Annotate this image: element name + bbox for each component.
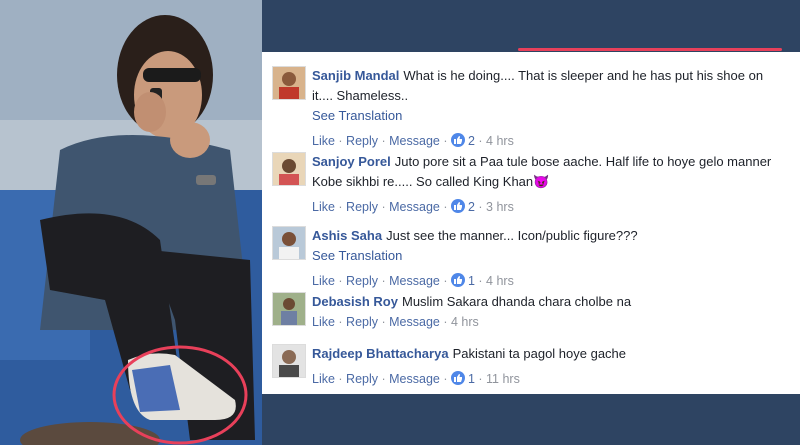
timestamp[interactable]: 4 hrs: [486, 134, 514, 148]
comment-body: Debasish Roy Muslim Sakara dhanda chara c…: [312, 292, 782, 332]
comment-body: Sanjib Mandal What is he doing.... That i…: [312, 66, 782, 151]
commenter-name[interactable]: Debasish Roy: [312, 294, 398, 309]
message-link[interactable]: Message: [389, 200, 440, 214]
commenter-name[interactable]: Rajdeep Bhattacharya: [312, 346, 449, 361]
comment-body: Sanjoy Porel Juto pore sit a Paa tule bos…: [312, 152, 782, 217]
like-count-icon: [450, 371, 465, 385]
comment-text: Muslim Sakara dhanda chara cholbe na: [401, 294, 632, 309]
commenter-name[interactable]: Sanjib Mandal: [312, 68, 399, 83]
message-link[interactable]: Message: [389, 274, 440, 288]
comment-text: Pakistani ta pagol hoye gache: [452, 346, 627, 361]
avatar-image: [273, 345, 305, 377]
avatar-image: [273, 67, 305, 99]
news-photo: [0, 0, 262, 445]
like-link[interactable]: Like: [312, 200, 335, 214]
comments-panel: Sanjib Mandal What is he doing.... That i…: [262, 52, 800, 394]
avatar[interactable]: [272, 344, 306, 378]
message-link[interactable]: Message: [389, 134, 440, 148]
reply-link[interactable]: Reply: [346, 200, 378, 214]
avatar[interactable]: [272, 292, 306, 326]
commenter-name[interactable]: Sanjoy Porel: [312, 154, 391, 169]
timestamp[interactable]: 11 hrs: [486, 372, 520, 386]
avatar-image: [273, 153, 305, 185]
comment-actions: Like · Reply · Message · 4 hrs: [312, 315, 479, 329]
timestamp[interactable]: 3 hrs: [486, 200, 514, 214]
reply-link[interactable]: Reply: [346, 274, 378, 288]
commenter-name[interactable]: Ashis Saha: [312, 228, 382, 243]
see-translation-link[interactable]: See Translation: [312, 246, 782, 266]
like-count[interactable]: 2: [468, 134, 475, 148]
avatar[interactable]: [272, 66, 306, 100]
like-count[interactable]: 2: [468, 200, 475, 214]
like-count-icon: [450, 199, 465, 213]
avatar[interactable]: [272, 226, 306, 260]
reply-link[interactable]: Reply: [346, 372, 378, 386]
message-link[interactable]: Message: [389, 372, 440, 386]
photo-illustration: [0, 0, 262, 445]
like-link[interactable]: Like: [312, 372, 335, 386]
like-count-icon: [450, 133, 465, 147]
comment-body: Ashis Saha Just see the manner... Icon/pu…: [312, 226, 782, 291]
like-link[interactable]: Like: [312, 274, 335, 288]
comment-actions: Like · Reply · Message · 2 · 4 hrs: [312, 133, 514, 148]
avatar-image: [273, 293, 305, 325]
devil-emoji-icon: 😈: [533, 174, 550, 189]
avatar-image: [273, 227, 305, 259]
like-count-icon: [450, 273, 465, 287]
top-accent-line: [518, 48, 782, 51]
like-link[interactable]: Like: [312, 134, 335, 148]
comment-body: Rajdeep Bhattacharya Pakistani ta pagol h…: [312, 344, 782, 389]
like-link[interactable]: Like: [312, 315, 335, 329]
like-count[interactable]: 1: [468, 274, 475, 288]
see-translation-link[interactable]: See Translation: [312, 106, 782, 126]
timestamp[interactable]: 4 hrs: [486, 274, 514, 288]
timestamp[interactable]: 4 hrs: [451, 315, 479, 329]
avatar[interactable]: [272, 152, 306, 186]
like-count[interactable]: 1: [468, 372, 475, 386]
comment-actions: Like · Reply · Message · 1 · 4 hrs: [312, 273, 514, 288]
message-link[interactable]: Message: [389, 315, 440, 329]
reply-link[interactable]: Reply: [346, 134, 378, 148]
reply-link[interactable]: Reply: [346, 315, 378, 329]
comment-actions: Like · Reply · Message · 1 · 11 hrs: [312, 371, 520, 386]
comment-text: Just see the manner... Icon/public figur…: [386, 228, 638, 243]
comment-actions: Like · Reply · Message · 2 · 3 hrs: [312, 199, 514, 214]
